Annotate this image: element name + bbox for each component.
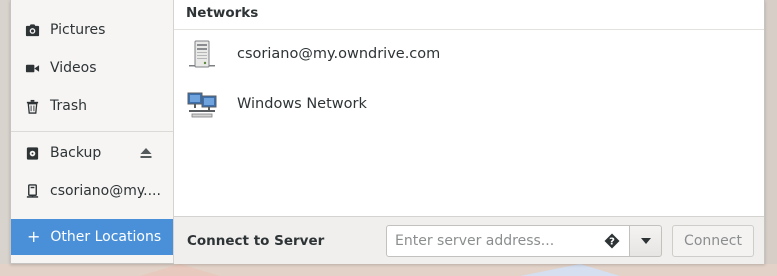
- sidebar-separator: [11, 131, 173, 132]
- windows-network-icon: [186, 89, 218, 121]
- sidebar-item-pictures[interactable]: Pictures: [11, 12, 173, 48]
- connect-to-server-label: Connect to Server: [187, 233, 325, 249]
- sidebar-item-label: Pictures: [50, 22, 106, 38]
- video-icon: [24, 60, 40, 76]
- desktop-background-right: [765, 0, 777, 276]
- network-drive-icon: [24, 183, 40, 199]
- desktop-background-bottom: [0, 264, 777, 276]
- sidebar-item-backup[interactable]: Backup: [11, 135, 173, 171]
- server-icon: [186, 39, 218, 71]
- eject-icon[interactable]: [139, 146, 153, 160]
- drive-icon: [24, 145, 40, 161]
- server-address-input[interactable]: [386, 225, 630, 257]
- sidebar-item-label: Backup: [50, 145, 102, 161]
- file-manager-window: Pictures Videos Trash Backup csoriano@my…: [10, 0, 765, 264]
- sidebar-item-videos[interactable]: Videos: [11, 50, 173, 86]
- svg-text:?: ?: [609, 237, 615, 248]
- desktop-background-left: [0, 0, 10, 276]
- network-label: Windows Network: [237, 96, 367, 112]
- sidebar-item-label: Trash: [50, 98, 87, 114]
- sidebar-item-other-locations[interactable]: + Other Locations: [11, 219, 173, 255]
- sidebar-item-label: Other Locations: [50, 229, 162, 245]
- chevron-down-icon: [640, 238, 651, 244]
- section-title: Networks: [186, 5, 259, 21]
- network-label: csoriano@my.owndrive.com: [237, 46, 441, 62]
- connect-to-server-bar: Connect to Server ? Connect: [174, 216, 764, 264]
- sidebar-item-label: csoriano@my....: [50, 183, 161, 199]
- camera-icon: [24, 22, 40, 38]
- sidebar: Pictures Videos Trash Backup csoriano@my…: [11, 0, 174, 263]
- plus-icon: +: [27, 227, 41, 246]
- sidebar-item-trash[interactable]: Trash: [11, 88, 173, 124]
- help-icon[interactable]: ?: [604, 233, 620, 249]
- main-content: Networks csoriano@my.owndrive.com Window…: [174, 0, 764, 264]
- trash-icon: [24, 98, 40, 114]
- sidebar-item-network-mount[interactable]: csoriano@my....: [11, 173, 173, 209]
- connect-button[interactable]: Connect: [672, 225, 754, 257]
- server-history-dropdown-button[interactable]: [629, 225, 662, 257]
- sidebar-item-label: Videos: [50, 60, 97, 76]
- network-row-windows[interactable]: Windows Network: [174, 80, 764, 130]
- network-row-owndrive[interactable]: csoriano@my.owndrive.com: [174, 30, 764, 80]
